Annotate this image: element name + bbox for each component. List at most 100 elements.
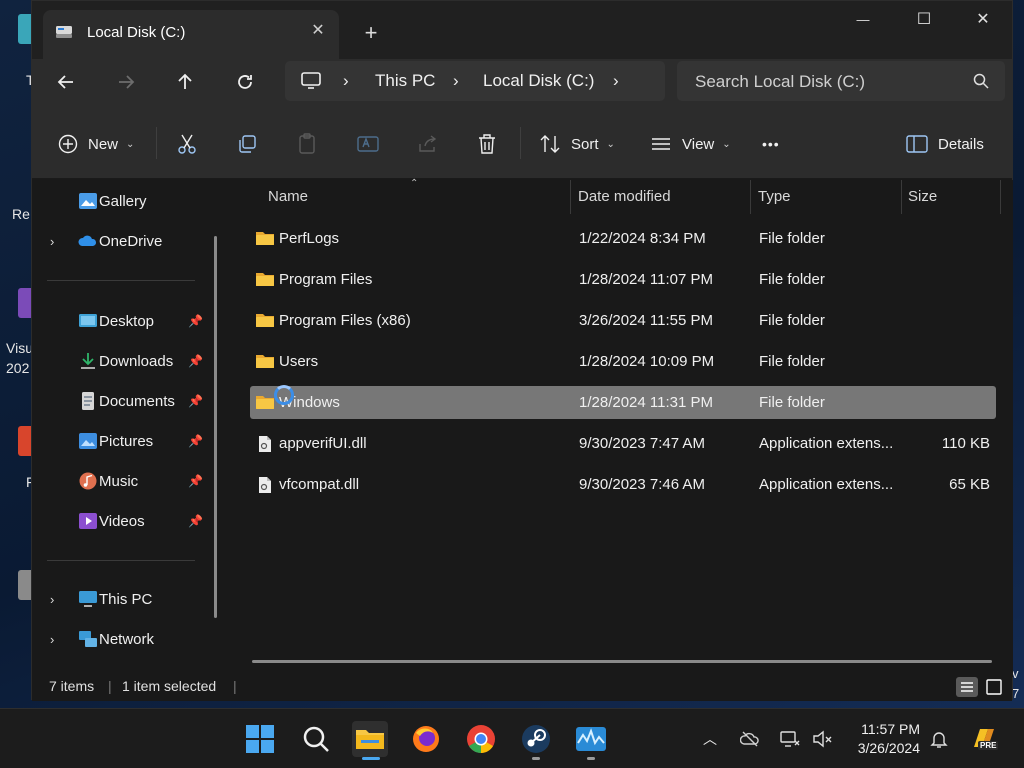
sidebar-item-desktop[interactable]: Desktop 📌 bbox=[36, 302, 206, 340]
sidebar-scrollbar[interactable] bbox=[214, 236, 217, 618]
steam-taskbar-button[interactable] bbox=[518, 721, 554, 757]
search-box[interactable]: Search Local Disk (C:) bbox=[677, 61, 1005, 101]
file-explorer-taskbar-button[interactable] bbox=[352, 721, 388, 757]
tab-local-disk[interactable]: Local Disk (C:) ✕ bbox=[43, 10, 339, 59]
file-row[interactable]: appverifUI.dll 9/30/2023 7:47 AM Applicati… bbox=[250, 427, 996, 460]
sidebar-item-onedrive[interactable]: › OneDrive bbox=[36, 222, 206, 260]
sort-button[interactable]: Sort ⌄ bbox=[539, 129, 615, 159]
close-tab-button[interactable]: ✕ bbox=[307, 20, 329, 42]
chevron-up-icon[interactable]: ︿ bbox=[700, 729, 720, 749]
view-list-icon bbox=[652, 138, 670, 150]
sidebar-divider bbox=[47, 560, 195, 561]
delete-button[interactable] bbox=[477, 129, 497, 159]
share-icon bbox=[419, 135, 437, 152]
chevron-right-icon[interactable]: › bbox=[50, 234, 60, 249]
tiles-view-button[interactable] bbox=[983, 677, 1005, 697]
file-row[interactable]: Program Files (x86) 3/26/2024 11:55 PM Fil… bbox=[250, 304, 996, 337]
gallery-icon bbox=[79, 193, 97, 209]
sidebar-item-gallery[interactable]: Gallery bbox=[36, 182, 206, 220]
sidebar-item-label: OneDrive bbox=[99, 232, 163, 250]
column-header-name[interactable]: Name bbox=[268, 180, 308, 214]
pin-icon[interactable]: 📌 bbox=[188, 474, 203, 488]
pin-icon[interactable]: 📌 bbox=[188, 394, 203, 408]
back-button[interactable] bbox=[48, 67, 84, 97]
chevron-right-icon[interactable]: › bbox=[50, 632, 60, 647]
sidebar-item-videos[interactable]: Videos 📌 bbox=[36, 502, 206, 540]
chrome-icon bbox=[467, 725, 495, 753]
network-status-icon[interactable] bbox=[780, 729, 800, 749]
breadcrumb-local-disk[interactable]: Local Disk (C:) bbox=[483, 71, 594, 91]
close-window-button[interactable]: ✕ bbox=[960, 7, 1006, 33]
column-divider[interactable] bbox=[1000, 180, 1001, 214]
sidebar-item-pictures[interactable]: Pictures 📌 bbox=[36, 422, 206, 460]
plus-circle-icon bbox=[58, 134, 78, 154]
forward-button[interactable] bbox=[108, 67, 144, 97]
maximize-button[interactable]: ☐ bbox=[901, 7, 947, 33]
refresh-button[interactable] bbox=[227, 67, 263, 97]
drive-icon bbox=[56, 26, 72, 38]
view-button[interactable]: View ⌄ bbox=[650, 129, 731, 159]
column-header-type[interactable]: Type bbox=[758, 180, 791, 214]
file-type: File folder bbox=[759, 353, 825, 370]
cloud-offline-icon[interactable] bbox=[740, 729, 760, 749]
busy-cursor-icon bbox=[274, 385, 294, 405]
volume-muted-icon[interactable] bbox=[812, 729, 832, 749]
address-bar[interactable]: › This PC › Local Disk (C:) › bbox=[285, 61, 665, 101]
details-pane-button[interactable]: Details bbox=[906, 129, 984, 159]
breadcrumb-separator-icon: › bbox=[453, 71, 459, 90]
sidebar-item-this-pc[interactable]: › This PC bbox=[36, 580, 206, 618]
file-size: 110 KB bbox=[941, 435, 990, 452]
minimize-button[interactable]: — bbox=[840, 7, 886, 33]
column-divider[interactable] bbox=[750, 180, 751, 214]
file-row[interactable]: PerfLogs 1/22/2024 8:34 PM File folder bbox=[250, 222, 996, 255]
more-options-button[interactable]: ••• bbox=[762, 129, 780, 159]
new-tab-button[interactable]: + bbox=[358, 20, 384, 46]
monitor-app-taskbar-button[interactable] bbox=[573, 721, 609, 757]
steam-icon bbox=[522, 725, 550, 753]
file-name: Program Files bbox=[279, 271, 373, 288]
search-icon bbox=[303, 726, 329, 752]
file-row[interactable]: Program Files 1/28/2024 11:07 PM File fold… bbox=[250, 263, 996, 296]
up-button[interactable] bbox=[167, 67, 203, 97]
column-divider[interactable] bbox=[570, 180, 571, 214]
notification-bell-icon[interactable] bbox=[929, 729, 949, 749]
new-label: New bbox=[88, 135, 119, 153]
pin-icon[interactable]: 📌 bbox=[188, 514, 203, 528]
pin-icon[interactable]: 📌 bbox=[188, 354, 203, 368]
new-button[interactable]: New ⌄ bbox=[58, 129, 134, 159]
column-header-date-modified[interactable]: Date modified bbox=[578, 180, 671, 214]
sidebar-item-documents[interactable]: Documents 📌 bbox=[36, 382, 206, 420]
copy-button[interactable] bbox=[237, 129, 257, 159]
share-button[interactable] bbox=[417, 129, 439, 159]
firefox-taskbar-button[interactable] bbox=[408, 721, 444, 757]
pin-icon[interactable]: 📌 bbox=[188, 314, 203, 328]
breadcrumb-this-pc[interactable]: This PC bbox=[375, 71, 435, 91]
rename-button[interactable] bbox=[357, 129, 379, 159]
clock-time[interactable]: 11:57 PM bbox=[854, 721, 920, 737]
sidebar-item-network[interactable]: › Network bbox=[36, 620, 206, 658]
search-input[interactable]: Search Local Disk (C:) bbox=[695, 72, 865, 92]
refresh-icon bbox=[238, 75, 252, 89]
sidebar-item-downloads[interactable]: Downloads 📌 bbox=[36, 342, 206, 380]
file-row[interactable]: Windows 1/28/2024 11:31 PM File folder bbox=[250, 386, 996, 419]
copilot-preview-button[interactable]: PRE bbox=[968, 723, 1000, 755]
status-divider: | bbox=[233, 678, 237, 694]
start-button[interactable] bbox=[242, 721, 278, 757]
activity-monitor-icon bbox=[576, 727, 606, 751]
sidebar-item-music[interactable]: Music 📌 bbox=[36, 462, 206, 500]
chrome-taskbar-button[interactable] bbox=[463, 721, 499, 757]
file-row[interactable]: Users 1/28/2024 10:09 PM File folder bbox=[250, 345, 996, 378]
clock-date[interactable]: 3/26/2024 bbox=[848, 740, 920, 756]
paste-button[interactable] bbox=[297, 129, 317, 159]
file-type: Application extens... bbox=[759, 476, 894, 493]
horizontal-scrollbar[interactable] bbox=[252, 660, 992, 663]
search-taskbar-button[interactable] bbox=[298, 721, 334, 757]
more-options-icon: ••• bbox=[762, 136, 780, 152]
details-view-button[interactable] bbox=[956, 677, 978, 697]
file-row[interactable]: vfcompat.dll 9/30/2023 7:46 AM Application… bbox=[250, 468, 996, 501]
column-divider[interactable] bbox=[901, 180, 902, 214]
pin-icon[interactable]: 📌 bbox=[188, 434, 203, 448]
chevron-right-icon[interactable]: › bbox=[50, 592, 60, 607]
column-header-size[interactable]: Size bbox=[908, 180, 937, 214]
cut-button[interactable] bbox=[177, 129, 197, 159]
